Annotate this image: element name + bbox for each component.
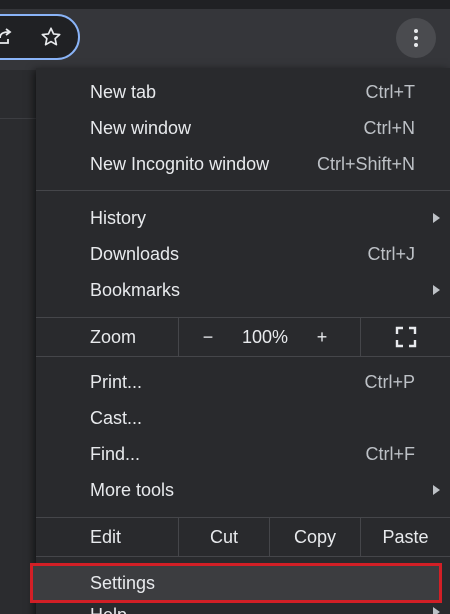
submenu-arrow-icon [433,607,440,614]
menu-separator [36,556,450,557]
browser-window: New tab Ctrl+T New window Ctrl+N New Inc… [0,0,450,614]
menu-item-label: Settings [90,573,156,593]
submenu-arrow-icon [433,485,440,495]
tab-strip [0,0,450,9]
menu-item-label: Cast... [90,408,143,428]
submenu-arrow-icon [433,213,440,223]
kebab-dot [414,36,418,40]
share-icon[interactable] [0,27,12,45]
menu-item-shortcut: Ctrl+N [363,118,415,138]
menu-item-bookmarks[interactable]: Bookmarks [36,273,450,309]
menu-item-history[interactable]: History [36,201,450,237]
menu-item-new-tab[interactable]: New tab Ctrl+T [36,75,450,111]
menu-item-shortcut: Ctrl+P [364,372,415,392]
edit-label: Edit [90,526,122,547]
zoom-row: Zoom − 100% + [36,318,450,356]
fullscreen-button[interactable] [361,318,450,356]
menu-item-label: New window [90,118,192,138]
zoom-out-button[interactable]: − [186,318,230,356]
menu-item-label: Help [90,605,127,614]
star-icon[interactable] [40,26,62,48]
page-divider [0,118,36,119]
submenu-arrow-icon [433,285,440,295]
zoom-label: Zoom [90,326,137,347]
paste-button[interactable]: Paste [361,518,450,556]
zoom-level: 100% [241,326,289,347]
kebab-dot [414,29,418,33]
menu-item-new-incognito-window[interactable]: New Incognito window Ctrl+Shift+N [36,147,450,183]
kebab-menu-icon[interactable] [396,18,436,58]
menu-item-label: More tools [90,480,175,500]
menu-item-print[interactable]: Print... Ctrl+P [36,365,450,401]
menu-item-label: Print... [90,372,143,392]
menu-item-find[interactable]: Find... Ctrl+F [36,437,450,473]
menu-item-shortcut: Ctrl+Shift+N [316,154,415,174]
kebab-dot [414,43,418,47]
menu-item-label: History [90,208,147,228]
copy-button[interactable]: Copy [270,518,360,556]
menu-item-more-tools[interactable]: More tools [36,473,450,509]
menu-item-shortcut: Ctrl+T [365,82,416,102]
menu-item-cast[interactable]: Cast... [36,401,450,437]
menu-item-new-window[interactable]: New window Ctrl+N [36,111,450,147]
zoom-divider [178,318,179,356]
menu-item-downloads[interactable]: Downloads Ctrl+J [36,237,450,273]
zoom-in-button[interactable]: + [300,318,344,356]
menu-item-shortcut: Ctrl+F [365,444,416,464]
menu-item-label: Downloads [90,244,180,264]
menu-item-label: New Incognito window [90,154,270,174]
menu-item-label: New tab [90,82,157,102]
edit-row: Edit Cut Copy Paste [36,518,450,556]
menu-item-label: Bookmarks [90,280,181,300]
cut-button[interactable]: Cut [179,518,269,556]
menu-item-help[interactable]: Help [36,605,450,614]
menu-item-settings[interactable]: Settings [30,563,442,603]
chrome-menu: New tab Ctrl+T New window Ctrl+N New Inc… [30,68,450,614]
menu-separator [36,356,450,357]
menu-item-label: Find... [90,444,141,464]
menu-item-shortcut: Ctrl+J [367,244,415,264]
page-content [0,70,36,614]
menu-separator [36,190,450,191]
fullscreen-icon [395,326,416,348]
